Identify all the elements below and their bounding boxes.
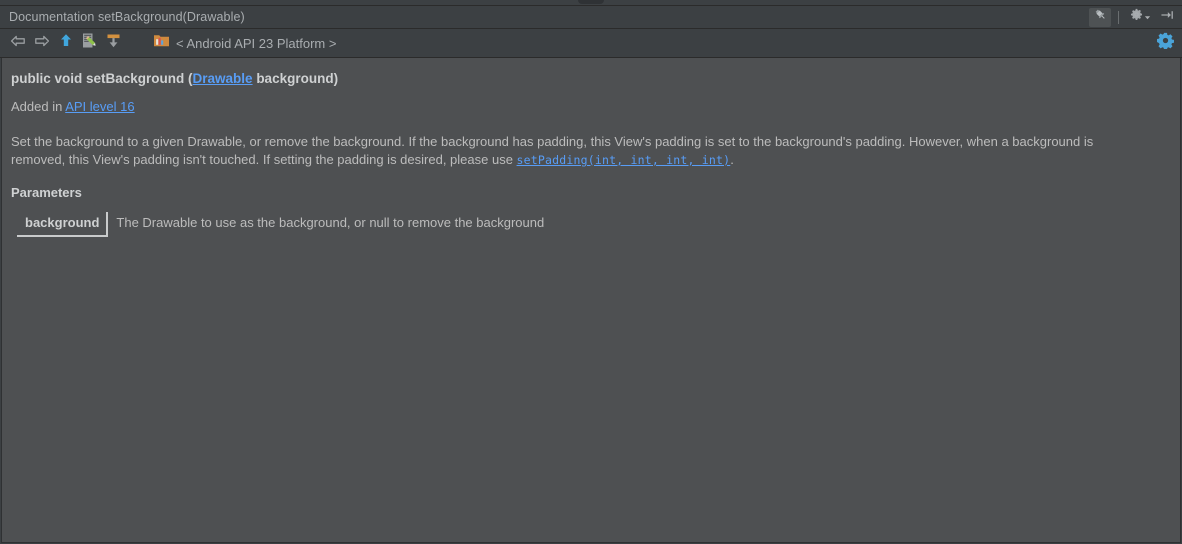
signature-prefix: public void setBackground ( — [11, 71, 193, 86]
drawable-type-link[interactable]: Drawable — [193, 71, 253, 86]
splitter-grip[interactable] — [578, 0, 604, 4]
api-level-link[interactable]: API level 16 — [65, 99, 134, 114]
api-level-line: Added in API level 16 — [11, 98, 1171, 116]
pin-icon — [1094, 8, 1107, 26]
table-row: background The Drawable to use as the ba… — [17, 212, 545, 237]
added-in-label: Added in — [11, 99, 66, 114]
breadcrumb-label: < Android API 23 Platform > — [176, 35, 337, 51]
tool-window-title: Documentation setBackground(Drawable) — [9, 10, 245, 24]
header-divider — [1118, 10, 1119, 24]
hide-button[interactable] — [1156, 8, 1178, 27]
method-signature: public void setBackground (Drawable back… — [11, 70, 1171, 87]
back-icon — [10, 34, 26, 53]
chevron-down-icon — [1144, 8, 1151, 26]
panel-splitter[interactable] — [0, 0, 1182, 6]
documentation-content[interactable]: public void setBackground (Drawable back… — [1, 58, 1181, 543]
documentation-toolbar: < Android API 23 Platform > — [0, 29, 1182, 58]
android-sdk-icon — [153, 33, 170, 53]
settings-gear-icon — [1157, 32, 1174, 54]
parameter-name: background — [17, 212, 109, 237]
back-button[interactable] — [7, 33, 28, 54]
up-icon — [59, 33, 73, 53]
hide-icon — [1160, 8, 1174, 26]
header-settings-button[interactable] — [1126, 8, 1154, 27]
tool-window-header-actions — [1089, 7, 1178, 27]
autoscroll-icon — [105, 33, 122, 54]
forward-button[interactable] — [31, 33, 52, 54]
set-padding-link[interactable]: setPadding(int, int, int, int) — [517, 153, 731, 167]
edit-source-button[interactable] — [79, 33, 100, 54]
parameters-heading: Parameters — [11, 185, 82, 200]
breadcrumb[interactable]: < Android API 23 Platform > — [153, 33, 336, 53]
pin-button[interactable] — [1089, 7, 1111, 27]
edit-source-icon — [81, 32, 98, 54]
up-button[interactable] — [55, 33, 76, 54]
tool-window-header: Documentation setBackground(Drawable) — [0, 6, 1182, 29]
documentation-settings-button[interactable] — [1155, 32, 1176, 54]
documentation-tool-window: Documentation setBackground(Drawable) < … — [0, 0, 1182, 544]
method-description: Set the background to a given Drawable, … — [11, 133, 1151, 169]
parameters-table: background The Drawable to use as the ba… — [17, 212, 544, 237]
description-part-2: . — [730, 152, 734, 167]
gear-icon — [1130, 8, 1143, 26]
autoscroll-button[interactable] — [103, 33, 124, 54]
signature-suffix: background) — [252, 71, 339, 86]
parameter-description: The Drawable to use as the background, o… — [116, 214, 545, 230]
forward-icon — [34, 34, 50, 53]
